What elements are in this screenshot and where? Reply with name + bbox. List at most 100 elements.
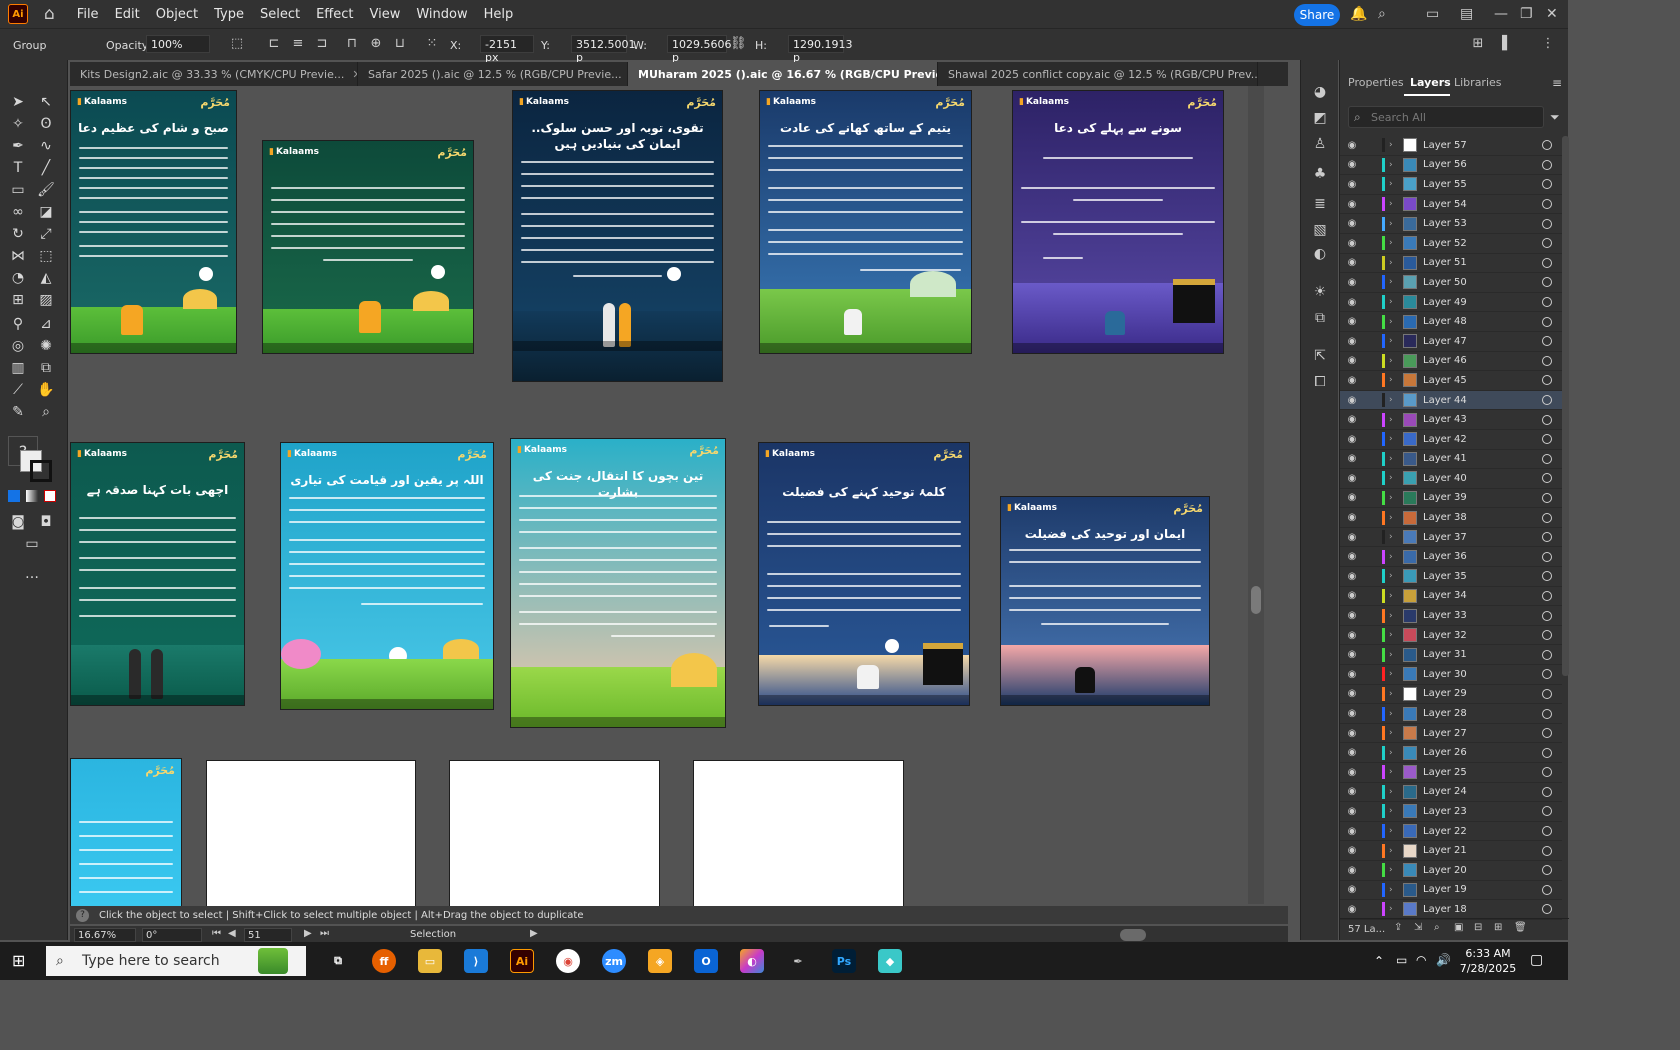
layer-name[interactable]: Layer 35 [1423,571,1542,582]
vscode-icon[interactable]: ⟩ [464,949,488,973]
chevron-right-icon[interactable]: › [1389,434,1403,444]
layer-row[interactable]: ◉ › Layer 18 [1340,900,1562,920]
illustrator-taskbar-icon[interactable]: Ai [510,949,534,973]
layer-name[interactable]: Layer 56 [1423,159,1542,170]
draw-normal-icon[interactable]: ◙ [8,512,28,532]
chevron-right-icon[interactable]: › [1389,885,1403,895]
chevron-right-icon[interactable]: › [1389,611,1403,621]
layer-row[interactable]: ◉ › Layer 24 [1340,783,1562,803]
layer-row[interactable]: ◉ › Layer 30 [1340,665,1562,685]
chevron-right-icon[interactable]: › [1389,199,1403,209]
layer-row[interactable]: ◉ › Layer 51 [1340,254,1562,274]
layer-row[interactable]: ◉ › Layer 32 [1340,626,1562,646]
layer-row[interactable]: ◉ › Layer 27 [1340,724,1562,744]
target-circle-icon[interactable] [1542,571,1552,582]
windows-start-icon[interactable]: ⊞ [12,952,30,970]
target-circle-icon[interactable] [1542,238,1552,249]
layer-row[interactable]: ◉ › Layer 44 [1340,390,1562,411]
photos-icon[interactable]: ◐ [740,949,764,973]
blend-tool-icon[interactable]: ◎ [8,336,28,356]
rotation-field[interactable]: 0° [142,928,202,942]
target-circle-icon[interactable] [1542,473,1552,484]
target-circle-icon[interactable] [1542,336,1552,347]
layer-name[interactable]: Layer 39 [1423,492,1542,503]
gradient-panel-icon[interactable]: ▧ [1310,220,1330,240]
visibility-eye-icon[interactable]: ◉ [1340,590,1364,601]
filter-icon[interactable]: ⏷ [1550,110,1560,125]
layer-name[interactable]: Layer 24 [1423,786,1542,797]
panel-toggle-icon[interactable]: ▐ [1494,36,1510,52]
target-circle-icon[interactable] [1542,512,1552,523]
layer-name[interactable]: Layer 25 [1423,767,1542,778]
visibility-eye-icon[interactable]: ◉ [1340,669,1364,680]
target-circle-icon[interactable] [1542,179,1552,190]
chevron-right-icon[interactable]: › [1389,532,1403,542]
chevron-right-icon[interactable]: › [1389,826,1403,836]
new-sublayer-icon[interactable]: ⊟ [1474,922,1482,933]
layer-row[interactable]: ◉ › Layer 19 [1340,881,1562,901]
layer-row[interactable]: ◉ › Layer 56 [1340,156,1562,176]
type-tool-icon[interactable]: T [8,158,28,178]
layer-name[interactable]: Layer 37 [1423,532,1542,543]
target-circle-icon[interactable] [1542,884,1552,895]
rectangle-tool-icon[interactable]: ▭ [8,180,28,200]
layer-row[interactable]: ◉ › Layer 39 [1340,489,1562,509]
chevron-right-icon[interactable]: › [1389,767,1403,777]
target-circle-icon[interactable] [1542,708,1552,719]
layer-name[interactable]: Layer 30 [1423,669,1542,680]
panel-menu-icon[interactable]: ≡ [1552,76,1562,90]
previous-artboard-icon[interactable]: ◀ [228,928,236,939]
clipping-mask-icon[interactable]: ▣ [1454,922,1463,933]
chevron-right-icon[interactable]: › [1389,317,1403,327]
layer-name[interactable]: Layer 19 [1423,884,1542,895]
status-menu-arrow-icon[interactable]: ▶ [530,928,538,939]
transform-panel-icon[interactable]: ⧉ [1310,308,1330,328]
horizontal-scroll-thumb[interactable] [1120,929,1146,941]
layer-row[interactable]: ◉ › Layer 22 [1340,822,1562,842]
image-trace-icon[interactable]: ◩ [1310,108,1330,128]
artboard-card[interactable]: Kalaams مُحَرَّم اللہ پر یقین اور قیامت ک… [280,442,494,710]
target-circle-icon[interactable] [1542,669,1552,680]
target-circle-icon[interactable] [1542,492,1552,503]
layer-row[interactable]: ◉ › Layer 35 [1340,567,1562,587]
arrange-documents-icon[interactable]: ⊞ [1470,36,1486,52]
layer-name[interactable]: Layer 32 [1423,630,1542,641]
layer-name[interactable]: Layer 18 [1423,904,1542,915]
artboard-tool-icon[interactable]: ⧉ [36,358,56,378]
artboard-card[interactable]: Kalaams مُحَرَّم تقوی، توبہ اور حسن سلوک.… [512,90,723,382]
w-field[interactable]: 1029.5606 p [667,35,732,64]
shape-builder-tool-icon[interactable]: ◔ [8,268,28,288]
zoom-tool-icon[interactable]: ⌕ [36,402,56,422]
target-circle-icon[interactable] [1542,786,1552,797]
last-artboard-icon[interactable]: ⏭ [320,928,329,939]
blank-artboard[interactable] [693,760,904,906]
artboard-card[interactable]: Kalaams مُحَرَّم ایمان اور توحید کی فضیلت [1000,496,1210,706]
chevron-right-icon[interactable]: › [1389,336,1403,346]
chevron-right-icon[interactable]: › [1389,493,1403,503]
curvature-tool-icon[interactable]: ∿ [36,136,56,156]
graph-tool-icon[interactable]: ▥ [8,358,28,378]
layer-row[interactable]: ◉ › Layer 54 [1340,195,1562,215]
chevron-right-icon[interactable]: › [1389,728,1403,738]
recolor-icon[interactable]: ◕ [1310,82,1330,102]
layer-name[interactable]: Layer 31 [1423,649,1542,660]
photoshop-icon[interactable]: Ps [832,949,856,973]
gradient-tool-icon[interactable]: ▨ [36,290,56,310]
layer-row[interactable]: ◉ › Layer 50 [1340,273,1562,293]
vertical-scrollbar[interactable] [1248,86,1264,904]
stroke-swatch[interactable] [30,460,52,482]
visibility-eye-icon[interactable]: ◉ [1340,140,1364,151]
outlook-icon[interactable]: O [694,949,718,973]
chevron-right-icon[interactable]: › [1389,473,1403,483]
visibility-eye-icon[interactable]: ◉ [1340,238,1364,249]
chevron-right-icon[interactable]: › [1389,865,1403,875]
layer-name[interactable]: Layer 51 [1423,257,1542,268]
notifications-icon[interactable]: ▢ [1530,952,1543,968]
tab-shawal[interactable]: Shawal 2025 conflict copy.aic @ 12.5 % (… [938,62,1258,86]
y-field[interactable]: 3512.5001 p [571,35,636,64]
target-circle-icon[interactable] [1542,845,1552,856]
layer-row[interactable]: ◉ › Layer 42 [1340,430,1562,450]
layer-row[interactable]: ◉ › Layer 47 [1340,332,1562,352]
width-tool-icon[interactable]: ⋈ [8,246,28,266]
align-center-icon[interactable]: ≡ [290,36,306,52]
